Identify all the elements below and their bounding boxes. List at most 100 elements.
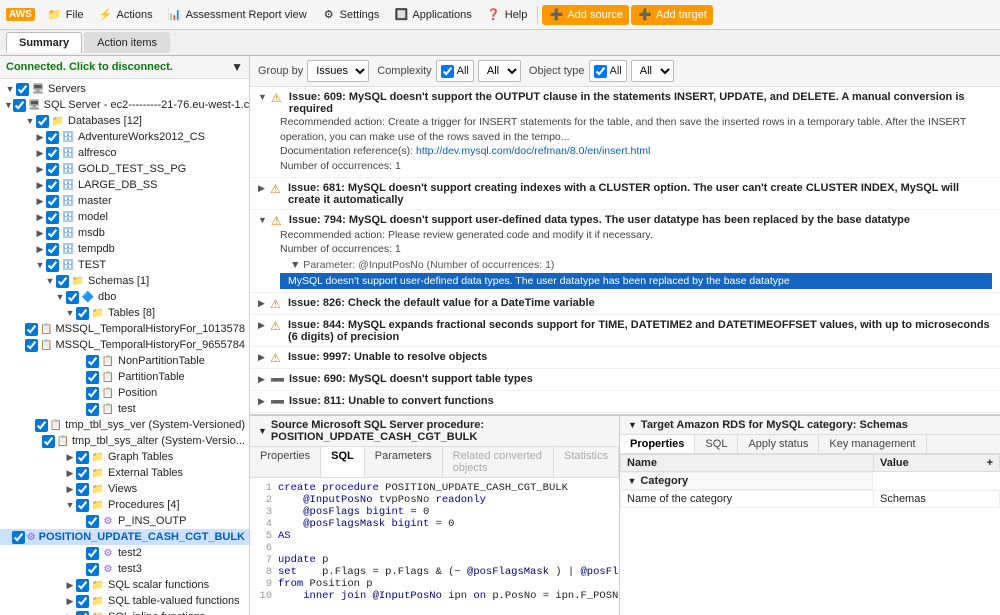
complexity-checkbox[interactable]: [441, 65, 454, 78]
tree-checkbox-p_ins_outp[interactable]: [86, 515, 99, 528]
tree-checkbox-large_db[interactable]: [46, 179, 59, 192]
assessment-button[interactable]: 📊 Assessment Report view: [161, 5, 313, 25]
tree-item-adventureworks[interactable]: ▶ 🗄 AdventureWorks2012_CS: [0, 129, 249, 145]
target-tab-sql[interactable]: SQL: [695, 435, 738, 453]
tree-checkbox-mssql_temporal2[interactable]: [25, 339, 38, 352]
tree-checkbox-model[interactable]: [46, 211, 59, 224]
tree-checkbox-test[interactable]: [46, 259, 59, 272]
add-source-button[interactable]: ➕ Add source: [542, 5, 629, 25]
file-button[interactable]: 📁 File: [41, 5, 90, 25]
tree-item-position[interactable]: 📋 Position: [0, 385, 249, 401]
target-tab-properties[interactable]: Properties: [620, 435, 695, 453]
tree-item-databases[interactable]: ▼ 📁 Databases [12]: [0, 113, 249, 129]
tree-checkbox-sql_table_valued[interactable]: [76, 595, 89, 608]
tree-checkbox-procedures[interactable]: [76, 499, 89, 512]
group-by-select[interactable]: Issues: [307, 60, 369, 82]
complexity-select[interactable]: All: [478, 60, 521, 82]
tree-item-p_ins_outp[interactable]: ⚙ P_INS_OUTP: [0, 513, 249, 529]
issue-expand-icon[interactable]: ▶: [258, 183, 266, 194]
tree-item-test_tbl[interactable]: 📋 test: [0, 401, 249, 417]
doc-link[interactable]: http://dev.mysql.com/doc/refman/8.0/en/i…: [416, 145, 650, 157]
tree-item-mssql_temporal2[interactable]: 📋 MSSQL_TemporalHistoryFor_9655784: [0, 337, 249, 353]
tree-item-test3[interactable]: ⚙ test3: [0, 561, 249, 577]
tree-checkbox-sql_inline[interactable]: [76, 611, 89, 615]
tree-checkbox-test3[interactable]: [86, 563, 99, 576]
issue-row-issue_844[interactable]: ▶ ⚠ Issue: 844: MySQL expands fractional…: [250, 315, 1000, 347]
tree-checkbox-servers[interactable]: [16, 83, 29, 96]
issue-row-issue_609[interactable]: ▼ ⚠ Issue: 609: MySQL doesn't support th…: [250, 87, 1000, 178]
tree-checkbox-test2[interactable]: [86, 547, 99, 560]
tree-checkbox-mssql_temporal1[interactable]: [25, 323, 38, 336]
tree-item-graph_tables[interactable]: ▶ 📁 Graph Tables: [0, 449, 249, 465]
tree-item-dbo[interactable]: ▼ 🔷 dbo: [0, 289, 249, 305]
add-prop-button[interactable]: +: [987, 457, 993, 469]
source-tab-statistics[interactable]: Statistics: [554, 447, 619, 477]
tree-item-views[interactable]: ▶ 📁 Views: [0, 481, 249, 497]
issue-expand-icon[interactable]: ▶: [258, 298, 266, 309]
tree-checkbox-schemas[interactable]: [56, 275, 69, 288]
tree-checkbox-msdb[interactable]: [46, 227, 59, 240]
actions-button[interactable]: ⚡ Actions: [92, 5, 159, 25]
tree-item-external_tables[interactable]: ▶ 📁 External Tables: [0, 465, 249, 481]
tree-checkbox-gold_test[interactable]: [46, 163, 59, 176]
source-tab-sql[interactable]: SQL: [321, 447, 365, 477]
tree-checkbox-nonpartition[interactable]: [86, 355, 99, 368]
tree-item-test[interactable]: ▼ 🗄 TEST: [0, 257, 249, 273]
tree-checkbox-views[interactable]: [76, 483, 89, 496]
filter-icon[interactable]: ▼: [231, 60, 243, 74]
tab-summary[interactable]: Summary: [6, 32, 82, 53]
tree-item-large_db[interactable]: ▶ 🗄 LARGE_DB_SS: [0, 177, 249, 193]
tree-item-schemas[interactable]: ▼ 📁 Schemas [1]: [0, 273, 249, 289]
tree-checkbox-tmp_tbl_sys_alter[interactable]: [42, 435, 55, 448]
help-button[interactable]: ❓ Help: [480, 5, 534, 25]
tree-item-msdb[interactable]: ▶ 🗄 msdb: [0, 225, 249, 241]
tree-checkbox-external_tables[interactable]: [76, 467, 89, 480]
tree-item-position_update[interactable]: ⚙ POSITION_UPDATE_CASH_CGT_BULK: [0, 529, 249, 545]
applications-button[interactable]: 🔲 Applications: [387, 5, 477, 25]
tree-checkbox-adventureworks[interactable]: [46, 131, 59, 144]
tree-item-servers[interactable]: ▼ 🖥 Servers: [0, 81, 249, 97]
tree-item-sql_inline[interactable]: ▶ 📁 SQL inline functions: [0, 609, 249, 615]
tree-item-tmp_tbl_sys_ver[interactable]: 📋 tmp_tbl_sys_ver (System-Versioned): [0, 417, 249, 433]
source-tab-related-converted-objects[interactable]: Related converted objects: [443, 447, 554, 477]
issue-expand-icon[interactable]: ▶: [258, 374, 266, 385]
tree-item-gold_test[interactable]: ▶ 🗄 GOLD_TEST_SS_PG: [0, 161, 249, 177]
tree-item-mssql_temporal1[interactable]: 📋 MSSQL_TemporalHistoryFor_1013578: [0, 321, 249, 337]
issue-row-issue_811[interactable]: ▶ ➖ Issue: 811: Unable to convert functi…: [250, 391, 1000, 413]
object-type-select[interactable]: All: [631, 60, 674, 82]
tree-checkbox-position_update[interactable]: [12, 531, 25, 544]
issue-row-issue_794[interactable]: ▼ ⚠ Issue: 794: MySQL doesn't support us…: [250, 210, 1000, 293]
tree-checkbox-tmp_tbl_sys_ver[interactable]: [35, 419, 48, 432]
tree-checkbox-sql_server[interactable]: [13, 99, 26, 112]
tree-item-test2[interactable]: ⚙ test2: [0, 545, 249, 561]
issue-expand-icon[interactable]: ▶: [258, 320, 266, 331]
tree-checkbox-databases[interactable]: [36, 115, 49, 128]
issue-expand-icon[interactable]: ▼: [258, 215, 267, 225]
tree-item-tmp_tbl_sys_alter[interactable]: 📋 tmp_tbl_sys_alter (System-Versio...: [0, 433, 249, 449]
settings-button[interactable]: ⚙ Settings: [315, 5, 386, 25]
issue-expand-icon[interactable]: ▶: [258, 352, 266, 363]
tree-checkbox-tables[interactable]: [76, 307, 89, 320]
tree-checkbox-alfresco[interactable]: [46, 147, 59, 160]
tree-checkbox-position[interactable]: [86, 387, 99, 400]
tree-item-master[interactable]: ▶ 🗄 master: [0, 193, 249, 209]
tree-item-sql_server[interactable]: ▼ 🖥 SQL Server - ec2---------21-76.eu-we…: [0, 97, 249, 113]
source-tab-parameters[interactable]: Parameters: [365, 447, 443, 477]
source-tab-properties[interactable]: Properties: [250, 447, 321, 477]
tree-item-sql_table_valued[interactable]: ▶ 📁 SQL table-valued functions: [0, 593, 249, 609]
tree-item-procedures[interactable]: ▼ 📁 Procedures [4]: [0, 497, 249, 513]
tree-checkbox-graph_tables[interactable]: [76, 451, 89, 464]
tree-checkbox-master[interactable]: [46, 195, 59, 208]
target-tab-apply-status[interactable]: Apply status: [738, 435, 819, 453]
tree-item-tempdb[interactable]: ▶ 🗄 tempdb: [0, 241, 249, 257]
tree-item-partition[interactable]: 📋 PartitionTable: [0, 369, 249, 385]
tree-checkbox-dbo[interactable]: [66, 291, 79, 304]
issue-expand-icon[interactable]: ▶: [258, 396, 266, 407]
tree-checkbox-tempdb[interactable]: [46, 243, 59, 256]
object-type-checkbox[interactable]: [594, 65, 607, 78]
tree-item-nonpartition[interactable]: 📋 NonPartitionTable: [0, 353, 249, 369]
tree-checkbox-partition[interactable]: [86, 371, 99, 384]
tree-item-sql_scalar[interactable]: ▶ 📁 SQL scalar functions: [0, 577, 249, 593]
tree-checkbox-test_tbl[interactable]: [86, 403, 99, 416]
tree-item-model[interactable]: ▶ 🗄 model: [0, 209, 249, 225]
